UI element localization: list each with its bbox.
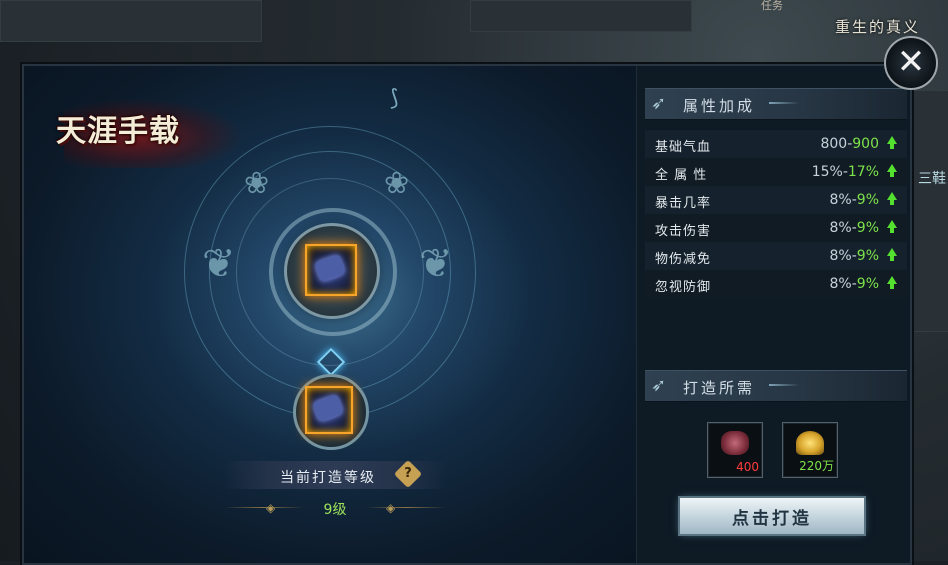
attribute-name: 基础气血 xyxy=(655,140,712,155)
attribute-row: 忽视防御 8%-9% xyxy=(645,270,907,298)
increase-arrow-icon xyxy=(887,136,897,149)
attribute-row: 物伤减免 8%-9% xyxy=(645,242,907,270)
attribute-row: 全 属 性 15%-17% xyxy=(645,158,907,186)
attribute-name: 攻击伤害 xyxy=(655,224,712,239)
attribute-value: 800-900 xyxy=(820,136,879,152)
material-quantity: 400 xyxy=(736,460,759,474)
increase-arrow-icon xyxy=(887,248,897,261)
requirement-section-header: ➶ 打造所需 xyxy=(645,370,907,402)
attribute-list: 基础气血 800-900 全 属 性 15%-17% 暴击几率 8%-9% 攻击… xyxy=(637,130,910,300)
knot-ornament-icon: ◈ xyxy=(266,501,276,515)
cloud-ornament-right-icon: ❦ xyxy=(419,241,453,287)
attribute-header-label: 属性加成 xyxy=(683,97,756,115)
attribute-row: 暴击几率 8%-9% xyxy=(645,186,907,214)
header-swoosh xyxy=(769,102,799,104)
forge-panel: 天涯手载 ❦ ❦ ❀ ❀ ⟆ 当前打造等级 ? ◈ 9级 ◈ ➶ 属性加成 基础… xyxy=(22,64,912,565)
material-slot-gold[interactable]: 220万 xyxy=(782,422,838,478)
increase-arrow-icon xyxy=(887,276,897,289)
attribute-name: 忽视防御 xyxy=(655,280,712,295)
attribute-row: 基础气血 800-900 xyxy=(645,130,907,158)
attribute-value: 8%-9% xyxy=(829,220,879,236)
header-swoosh xyxy=(769,384,799,386)
increase-arrow-icon xyxy=(887,192,897,205)
help-icon[interactable]: ? xyxy=(393,459,423,489)
swallow-icon: ➶ xyxy=(651,375,667,396)
divider-line xyxy=(366,507,446,508)
forge-display-area: 天涯手载 ❦ ❦ ❀ ❀ ⟆ 当前打造等级 ? ◈ 9级 ◈ xyxy=(24,66,636,563)
attribute-value: 8%-9% xyxy=(829,276,879,292)
attribute-value: 15%-17% xyxy=(811,164,879,180)
equipment-item-icon[interactable] xyxy=(305,244,357,296)
current-level-value: 9级 xyxy=(323,502,347,518)
attribute-name: 全 属 性 xyxy=(655,168,708,183)
material-slot-ore[interactable]: 400 xyxy=(707,422,763,478)
attribute-row: 攻击伤害 8%-9% xyxy=(645,214,907,242)
attribute-section-header: ➶ 属性加成 xyxy=(645,88,907,120)
increase-arrow-icon xyxy=(887,220,897,233)
swirl-ornament-icon: ❀ xyxy=(384,166,410,201)
increase-arrow-icon xyxy=(887,164,897,177)
knot-ornament-icon: ◈ xyxy=(386,501,396,515)
world-tile xyxy=(910,90,948,332)
info-sidebar: ➶ 属性加成 基础气血 800-900 全 属 性 15%-17% 暴击几率 8… xyxy=(636,66,910,563)
map-location-label: 重生的真义 xyxy=(834,18,920,36)
bird-icon: ⟆ xyxy=(390,86,399,111)
ore-icon xyxy=(721,431,749,455)
close-button[interactable]: ✕ xyxy=(884,36,938,90)
world-tile xyxy=(0,0,262,42)
close-icon: ✕ xyxy=(896,42,926,82)
world-sublabel: 任务 xyxy=(761,0,783,12)
gold-ingot-icon xyxy=(796,431,824,455)
cloud-ornament-left-icon: ❦ xyxy=(202,241,236,287)
attribute-value: 8%-9% xyxy=(829,192,879,208)
swallow-icon: ➶ xyxy=(651,93,667,114)
help-glyph: ? xyxy=(404,466,412,481)
current-level-label: 当前打造等级 xyxy=(280,470,376,486)
divider-line xyxy=(224,507,304,508)
forge-button[interactable]: 点击打造 xyxy=(680,498,864,534)
world-tile xyxy=(470,0,692,32)
panel-title: 天涯手载 xyxy=(56,114,180,149)
attribute-name: 暴击几率 xyxy=(655,196,712,211)
equipment-item-icon[interactable] xyxy=(305,386,353,434)
attribute-value: 8%-9% xyxy=(829,248,879,264)
swirl-ornament-icon: ❀ xyxy=(244,166,270,201)
world-side-label: 三鞋 xyxy=(918,171,946,187)
requirement-header-label: 打造所需 xyxy=(683,379,756,397)
attribute-name: 物伤减免 xyxy=(655,252,712,267)
material-equipment-slot[interactable] xyxy=(293,374,369,450)
material-quantity: 220万 xyxy=(799,459,834,473)
target-equipment-slot[interactable] xyxy=(284,223,380,319)
